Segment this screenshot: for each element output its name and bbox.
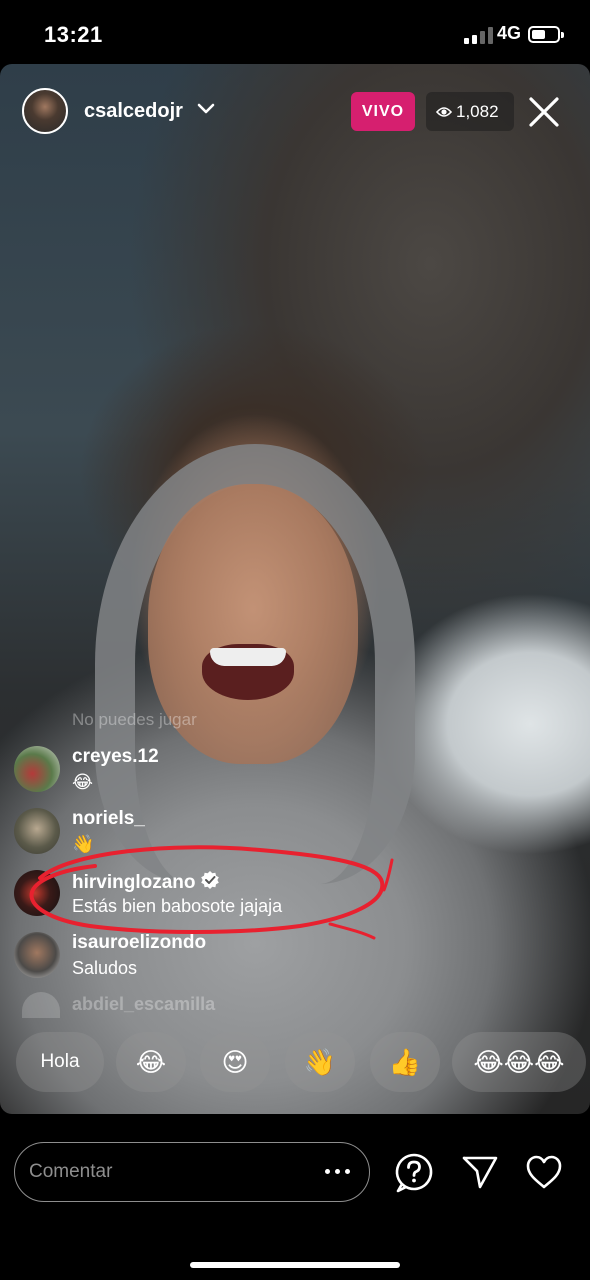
host-username[interactable]: csalcedojr (84, 100, 183, 123)
comment-avatar[interactable] (14, 870, 60, 916)
live-badge: VIVO (351, 92, 415, 131)
viewer-count: 1,082 (456, 102, 499, 121)
comment-username[interactable]: noriels_ (72, 808, 145, 830)
network-type: 4G (497, 23, 522, 43)
battery-icon (528, 26, 564, 43)
signal-icon (464, 26, 494, 44)
heart-icon[interactable] (525, 1154, 563, 1190)
faded-system-message: No puedes jugar (72, 710, 197, 729)
comment-username-text[interactable]: hirvinglozano (72, 872, 196, 893)
status-bar: 13:21 4G (0, 0, 590, 64)
comment-row[interactable]: creyes.12 😂 (0, 746, 590, 806)
quick-reaction-heart-eyes[interactable]: 😍 (200, 1032, 270, 1092)
comment-input[interactable] (14, 1142, 370, 1202)
faded-comment-username: abdiel_escamilla (72, 994, 216, 1014)
close-icon[interactable] (526, 94, 562, 130)
viewer-count-pill[interactable]: 1,082 (426, 92, 514, 131)
host-avatar[interactable] (22, 88, 68, 134)
quick-reaction-hola[interactable]: Hola (16, 1032, 104, 1092)
quick-reaction-thumbs-up[interactable]: 👍 (370, 1032, 440, 1092)
comment-username[interactable]: isauroelizondo (72, 932, 206, 954)
comment-text: 👋 (72, 834, 95, 854)
comment-text: Estás bien babosote jajaja (72, 896, 283, 916)
eye-icon (436, 107, 452, 117)
comment-avatar[interactable] (14, 746, 60, 792)
more-icon[interactable] (325, 1166, 351, 1178)
quick-reaction-laugh[interactable]: 😂 (116, 1032, 186, 1092)
comment-username[interactable]: hirvinglozano (72, 870, 220, 894)
quick-reaction-wave[interactable]: 👋 (285, 1032, 355, 1092)
verified-icon (200, 871, 219, 889)
comment-row[interactable]: noriels_ 👋 (0, 808, 590, 868)
status-time: 13:21 (44, 22, 103, 47)
question-icon[interactable] (394, 1152, 434, 1194)
send-icon[interactable] (461, 1154, 499, 1190)
chevron-down-icon[interactable] (196, 102, 216, 116)
video-subject-teeth (210, 648, 286, 666)
comment-username[interactable]: creyes.12 (72, 746, 159, 768)
comment-row[interactable]: isauroelizondo Saludos (0, 932, 590, 992)
comment-text: 😂 (72, 772, 94, 792)
comment-avatar[interactable] (14, 808, 60, 854)
quick-reaction-triple-laugh[interactable]: 😂😂😂 (452, 1032, 586, 1092)
comment-text: Saludos (72, 958, 138, 978)
comment-avatar[interactable] (14, 932, 60, 978)
home-indicator[interactable] (190, 1262, 400, 1268)
comment-row[interactable]: hirvinglozano Estás bien babosote jajaja (0, 870, 590, 930)
